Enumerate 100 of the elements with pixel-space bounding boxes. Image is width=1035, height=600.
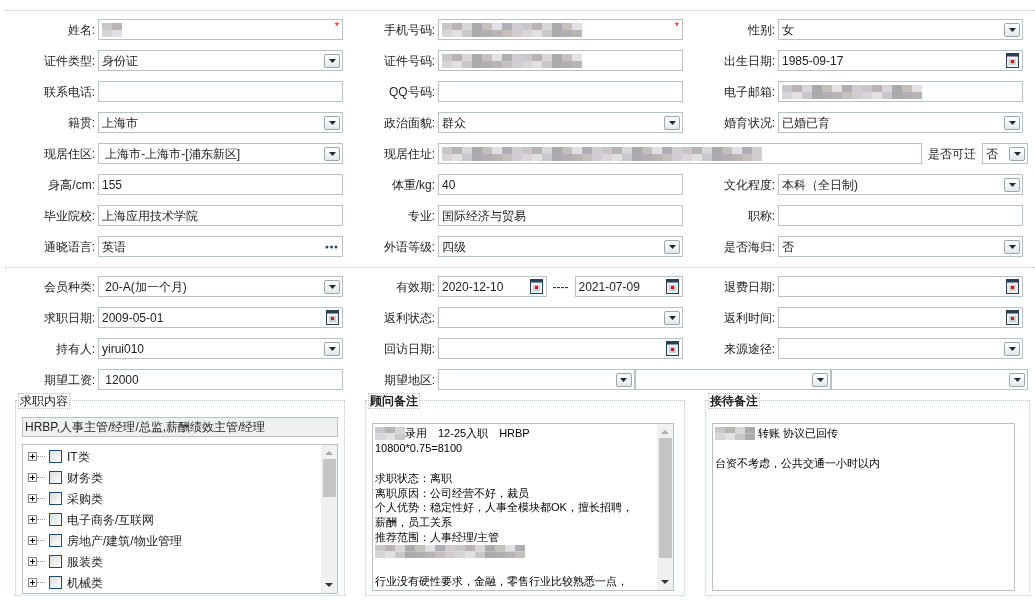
- expand-icon[interactable]: [28, 536, 37, 545]
- dropdown-button[interactable]: [324, 53, 340, 68]
- select-field[interactable]: [438, 369, 635, 390]
- date-field[interactable]: [778, 307, 1023, 328]
- select-field[interactable]: 本科（全日制): [778, 174, 1023, 195]
- dropdown-button[interactable]: [324, 146, 340, 161]
- field-label: 政治面貌:: [382, 114, 436, 132]
- checkbox[interactable]: [49, 534, 62, 547]
- expand-icon[interactable]: [28, 578, 37, 587]
- scrollbar[interactable]: [321, 445, 337, 593]
- select-field[interactable]: 女: [778, 19, 1023, 40]
- text-field[interactable]: 上海应用技术学院: [98, 205, 343, 226]
- text-field[interactable]: 155: [98, 174, 343, 195]
- field-label: 来源途径:: [722, 340, 776, 358]
- dropdown-button[interactable]: [664, 115, 680, 130]
- select-field[interactable]: 四级: [438, 236, 683, 257]
- dropdown-button[interactable]: [324, 115, 340, 130]
- dropdown-button[interactable]: [664, 310, 680, 325]
- select-field[interactable]: 否: [778, 236, 1023, 257]
- calendar-icon[interactable]: [1006, 310, 1019, 325]
- picker-field[interactable]: 英语: [98, 236, 343, 257]
- checkbox[interactable]: [49, 513, 62, 526]
- dropdown-button[interactable]: [1004, 341, 1020, 356]
- checkbox[interactable]: [49, 471, 62, 484]
- field-label: 姓名:: [66, 21, 96, 39]
- select-field[interactable]: yirui010: [98, 338, 343, 359]
- tree-item-label[interactable]: 机械类: [67, 573, 103, 592]
- select-field[interactable]: [634, 369, 832, 390]
- text-field[interactable]: [778, 205, 1023, 226]
- select-field[interactable]: 身份证: [98, 50, 343, 71]
- tree-item-label[interactable]: 采购类: [67, 489, 103, 508]
- checkbox[interactable]: [49, 576, 62, 589]
- text-field[interactable]: 12000: [98, 369, 343, 390]
- calendar-icon[interactable]: [1006, 53, 1019, 68]
- text-field[interactable]: [438, 50, 683, 71]
- expand-icon[interactable]: [28, 494, 37, 503]
- calendar-icon[interactable]: [1006, 279, 1019, 294]
- text-field[interactable]: [438, 81, 683, 102]
- calendar-icon[interactable]: [666, 341, 679, 356]
- checkbox[interactable]: [49, 450, 62, 463]
- more-icon: [325, 244, 338, 249]
- select-field[interactable]: 上海市-上海市-[浦东新区]: [98, 143, 343, 164]
- text-field[interactable]: *: [98, 19, 343, 40]
- group-title: 接待备注: [708, 393, 760, 409]
- date-field[interactable]: 2020-12-10: [438, 276, 547, 297]
- tree-item-label[interactable]: 财务类: [67, 468, 103, 487]
- group-title: 求职内容: [18, 393, 70, 409]
- expand-icon[interactable]: [28, 473, 37, 482]
- tree-item-label[interactable]: 房地产/建筑/物业管理: [67, 531, 182, 550]
- select-field[interactable]: [831, 369, 1028, 390]
- notes-textarea[interactable]: 录用 12-25入职 HRBP 10800*0.75=8100 求职状态：离职 离职原因：公司经营不好，裁员 个人优势：稳定性好，人事全模块都OK，擅长招聘， 薪酬，员工关系 推荐范围：人事经理/主管 行业没有硬性要求，金融，零售行业比较熟悉一点，: [372, 423, 674, 591]
- date-field[interactable]: 2009-05-01: [98, 307, 343, 328]
- text-field[interactable]: [98, 81, 343, 102]
- calendar-icon[interactable]: [529, 279, 543, 294]
- date-field[interactable]: [778, 276, 1023, 297]
- checkbox[interactable]: [49, 492, 62, 505]
- dropdown-button[interactable]: [1009, 372, 1025, 387]
- checkbox[interactable]: [49, 555, 62, 568]
- notes-textarea[interactable]: 转账 协议已回传 台资不考虑，公共交通一小时以内: [712, 423, 1015, 591]
- calendar-icon[interactable]: [326, 310, 339, 325]
- tree-item-label[interactable]: IT类: [67, 447, 90, 466]
- dropdown-button[interactable]: [615, 372, 632, 387]
- dropdown-button[interactable]: [1004, 239, 1020, 254]
- date-field[interactable]: [438, 338, 683, 359]
- text-field[interactable]: *: [438, 19, 683, 40]
- dropdown-button[interactable]: [1009, 146, 1025, 161]
- select-field[interactable]: 上海市: [98, 112, 343, 133]
- select-field[interactable]: 群众: [438, 112, 683, 133]
- summary-field[interactable]: HRBP,人事主管/经理/总监,薪酬绩效主管/经理: [22, 417, 338, 437]
- text-field[interactable]: 40: [438, 174, 683, 195]
- dropdown-button[interactable]: [324, 341, 340, 356]
- text-field[interactable]: 国际经济与贸易: [438, 205, 683, 226]
- text-field[interactable]: [778, 81, 1023, 102]
- select-field[interactable]: 否: [982, 143, 1028, 164]
- scroll-thumb[interactable]: [322, 459, 336, 497]
- tree-item-label[interactable]: 电子商务/互联网: [67, 510, 155, 529]
- select-field[interactable]: 20-A(加一个月): [98, 276, 343, 297]
- field-label: 求职日期:: [42, 309, 96, 327]
- text-field[interactable]: [438, 143, 922, 164]
- dropdown-button[interactable]: [664, 239, 680, 254]
- date-field[interactable]: 1985-09-17: [778, 50, 1023, 71]
- dropdown-button[interactable]: [1004, 177, 1020, 192]
- tree-item-label[interactable]: 服装类: [67, 552, 103, 571]
- dropdown-button[interactable]: [324, 279, 340, 294]
- select-field[interactable]: 已婚已育: [778, 112, 1023, 133]
- expand-icon[interactable]: [28, 515, 37, 524]
- caret-icon: [328, 151, 336, 156]
- field-label: 身高/cm:: [47, 176, 96, 194]
- dropdown-button[interactable]: [1004, 115, 1020, 130]
- expand-icon[interactable]: [28, 557, 37, 566]
- scroll-thumb[interactable]: [658, 438, 672, 558]
- dropdown-button[interactable]: [1004, 22, 1020, 37]
- date-field[interactable]: 2021-07-09: [574, 276, 683, 297]
- expand-icon[interactable]: [28, 452, 37, 461]
- dropdown-button[interactable]: [812, 372, 829, 387]
- caret-icon: [1008, 244, 1016, 249]
- calendar-icon[interactable]: [666, 279, 679, 294]
- scrollbar[interactable]: [657, 424, 673, 590]
- select-field[interactable]: [778, 338, 1023, 359]
- select-field[interactable]: [438, 307, 683, 328]
